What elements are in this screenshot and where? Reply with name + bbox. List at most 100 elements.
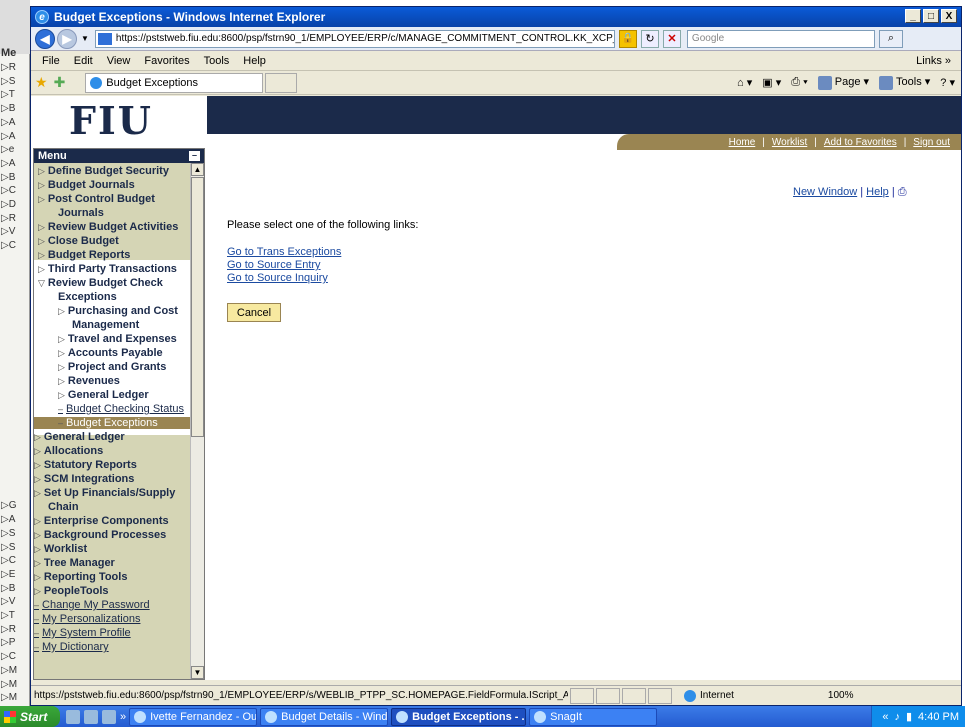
home-link[interactable]: Home: [729, 137, 756, 148]
menu-item[interactable]: Chain: [48, 501, 79, 513]
ie-quicklaunch-icon[interactable]: [84, 709, 98, 724]
page-menu[interactable]: Page ▾: [817, 75, 869, 90]
menu-item[interactable]: – My Personalizations: [34, 613, 140, 625]
maximize-button[interactable]: □: [923, 9, 939, 23]
menu-tools[interactable]: Tools: [204, 55, 230, 67]
menu-favorites[interactable]: Favorites: [144, 55, 189, 67]
quicklaunch-more-icon[interactable]: »: [120, 711, 126, 723]
new-tab-button[interactable]: [265, 72, 298, 93]
menu-item[interactable]: – My System Profile: [34, 627, 131, 639]
menu-item[interactable]: ▷ PeopleTools: [34, 585, 109, 597]
menu-item[interactable]: Exceptions: [58, 291, 117, 303]
sign-out-link[interactable]: Sign out: [913, 137, 950, 148]
menu-item[interactable]: ▷ General Ledger: [34, 431, 125, 443]
menu-item[interactable]: ▷ Reporting Tools: [34, 571, 127, 583]
task-budget-exceptions[interactable]: Budget Exceptions - ...: [391, 707, 527, 726]
menu-item[interactable]: ▷ Tree Manager: [34, 557, 115, 569]
lock-icon[interactable]: 🔒: [618, 29, 637, 48]
help-link[interactable]: Help: [866, 186, 889, 198]
stop-button[interactable]: ✕: [662, 29, 681, 48]
minimize-button[interactable]: _: [905, 9, 921, 23]
menu-item[interactable]: ▷ Travel and Expenses: [58, 333, 177, 345]
worklist-link[interactable]: Worklist: [772, 137, 807, 148]
http-icon[interactable]: ⎙: [898, 186, 907, 198]
menu-item[interactable]: ▷ Post Control Budget: [38, 193, 155, 205]
menu-item[interactable]: – My Dictionary: [34, 641, 109, 653]
source-entry-link[interactable]: Go to Source Entry: [227, 259, 321, 271]
menu-item[interactable]: ▷ Set Up Financials/Supply: [34, 487, 175, 499]
menu-item[interactable]: ▷ Enterprise Components: [34, 515, 169, 527]
menu-item[interactable]: ▷ Background Processes: [34, 529, 166, 541]
task-snagit[interactable]: SnagIt: [529, 707, 658, 726]
feeds-icon[interactable]: ▣ ▾: [762, 76, 781, 89]
favorites-star-icon[interactable]: ★: [35, 74, 48, 91]
task-budget-details[interactable]: Budget Details - Window...: [260, 707, 389, 726]
print-icon[interactable]: ⎙ ▾: [791, 76, 807, 89]
address-field[interactable]: https://pststweb.fiu.edu:8600/psp/fstrn9…: [94, 29, 615, 48]
menu-item[interactable]: ▷ Allocations: [34, 445, 103, 457]
search-input[interactable]: Google: [686, 29, 875, 48]
menu-item[interactable]: ▷ Budget Journals: [38, 179, 135, 191]
menu-help[interactable]: Help: [243, 55, 266, 67]
task-outlook[interactable]: Ivette Fernandez - Outlo...: [129, 707, 258, 726]
menu-item[interactable]: ▷ Define Budget Security: [38, 165, 169, 177]
menu-edit[interactable]: Edit: [74, 55, 93, 67]
source-inquiry-link[interactable]: Go to Source Inquiry: [227, 272, 328, 284]
menu-item-label: Worklist: [43, 543, 88, 555]
menu-item[interactable]: Management: [72, 319, 139, 331]
menu-item[interactable]: ▷ Revenues: [58, 375, 120, 387]
help-icon[interactable]: ? ▾: [940, 76, 955, 89]
scroll-down-icon[interactable]: ▼: [191, 666, 204, 679]
menu-scrollbar[interactable]: ▲ ▼: [190, 163, 204, 679]
menu-item[interactable]: ▷ General Ledger: [58, 389, 149, 401]
menu-item[interactable]: ▷ Budget Reports: [38, 249, 130, 261]
page-menu-icon: [817, 75, 832, 90]
menu-item[interactable]: Journals: [58, 207, 104, 219]
tools-menu[interactable]: Tools ▾: [879, 75, 930, 90]
menu-file[interactable]: File: [42, 55, 60, 67]
trans-exceptions-link[interactable]: Go to Trans Exceptions: [227, 246, 341, 258]
add-to-favorites-link[interactable]: Add to Favorites: [824, 137, 897, 148]
menu-item[interactable]: ▷ Project and Grants: [58, 361, 166, 373]
home-icon[interactable]: ⌂ ▾: [737, 76, 752, 89]
volume-icon[interactable]: ♪: [894, 711, 900, 723]
menu-collapse-button[interactable]: –: [189, 151, 200, 161]
refresh-button[interactable]: ↻: [640, 29, 659, 48]
menu-item-label: Reporting Tools: [43, 571, 128, 583]
menu-item[interactable]: – Change My Password: [34, 599, 150, 611]
menu-item[interactable]: – Budget Checking Status: [58, 403, 184, 415]
scroll-up-icon[interactable]: ▲: [191, 163, 204, 176]
system-tray: « ♪ ▮ 4:40 PM: [871, 706, 965, 727]
menu-item[interactable]: ▷ Third Party Transactions: [38, 263, 177, 275]
menu-item-label: Post Control Budget: [47, 193, 155, 205]
network-icon[interactable]: ▮: [906, 710, 912, 723]
back-button[interactable]: ◀: [35, 28, 55, 49]
forward-button[interactable]: ▶: [57, 28, 77, 49]
history-dropdown-icon[interactable]: ▼: [81, 34, 89, 43]
add-favorites-icon[interactable]: ✚: [54, 74, 66, 91]
menu-item[interactable]: – Budget Exceptions: [34, 417, 200, 429]
tab-budget-exceptions[interactable]: Budget Exceptions: [85, 72, 264, 93]
zoom-level[interactable]: 100%: [828, 690, 854, 701]
menu-item[interactable]: ▽ Review Budget Check: [38, 277, 163, 289]
app-quicklaunch-icon[interactable]: [102, 709, 116, 724]
search-icon[interactable]: ⌕: [878, 29, 903, 48]
new-window-link[interactable]: New Window: [793, 186, 857, 198]
menu-item[interactable]: ▷ Review Budget Activities: [38, 221, 178, 233]
menu-item[interactable]: ▷ Accounts Payable: [58, 347, 163, 359]
menu-item[interactable]: ▷ Close Budget: [38, 235, 119, 247]
show-desktop-icon[interactable]: [66, 709, 80, 724]
background-window-text: ▷R: [1, 623, 16, 635]
menu-item[interactable]: ▷ Worklist: [34, 543, 87, 555]
menu-item[interactable]: ▷ Statutory Reports: [34, 459, 137, 471]
menu-item[interactable]: ▷ Purchasing and Cost: [58, 305, 178, 317]
cancel-button[interactable]: Cancel: [227, 303, 281, 322]
menu-item[interactable]: ▷ SCM Integrations: [34, 473, 134, 485]
links-button[interactable]: Links »: [916, 55, 951, 67]
expand-triangle-icon: ▷: [34, 488, 41, 498]
scroll-thumb[interactable]: [191, 177, 204, 437]
close-button[interactable]: X: [941, 9, 957, 23]
menu-view[interactable]: View: [107, 55, 131, 67]
tray-expand-icon[interactable]: «: [882, 711, 888, 723]
start-button[interactable]: Start: [0, 706, 60, 727]
